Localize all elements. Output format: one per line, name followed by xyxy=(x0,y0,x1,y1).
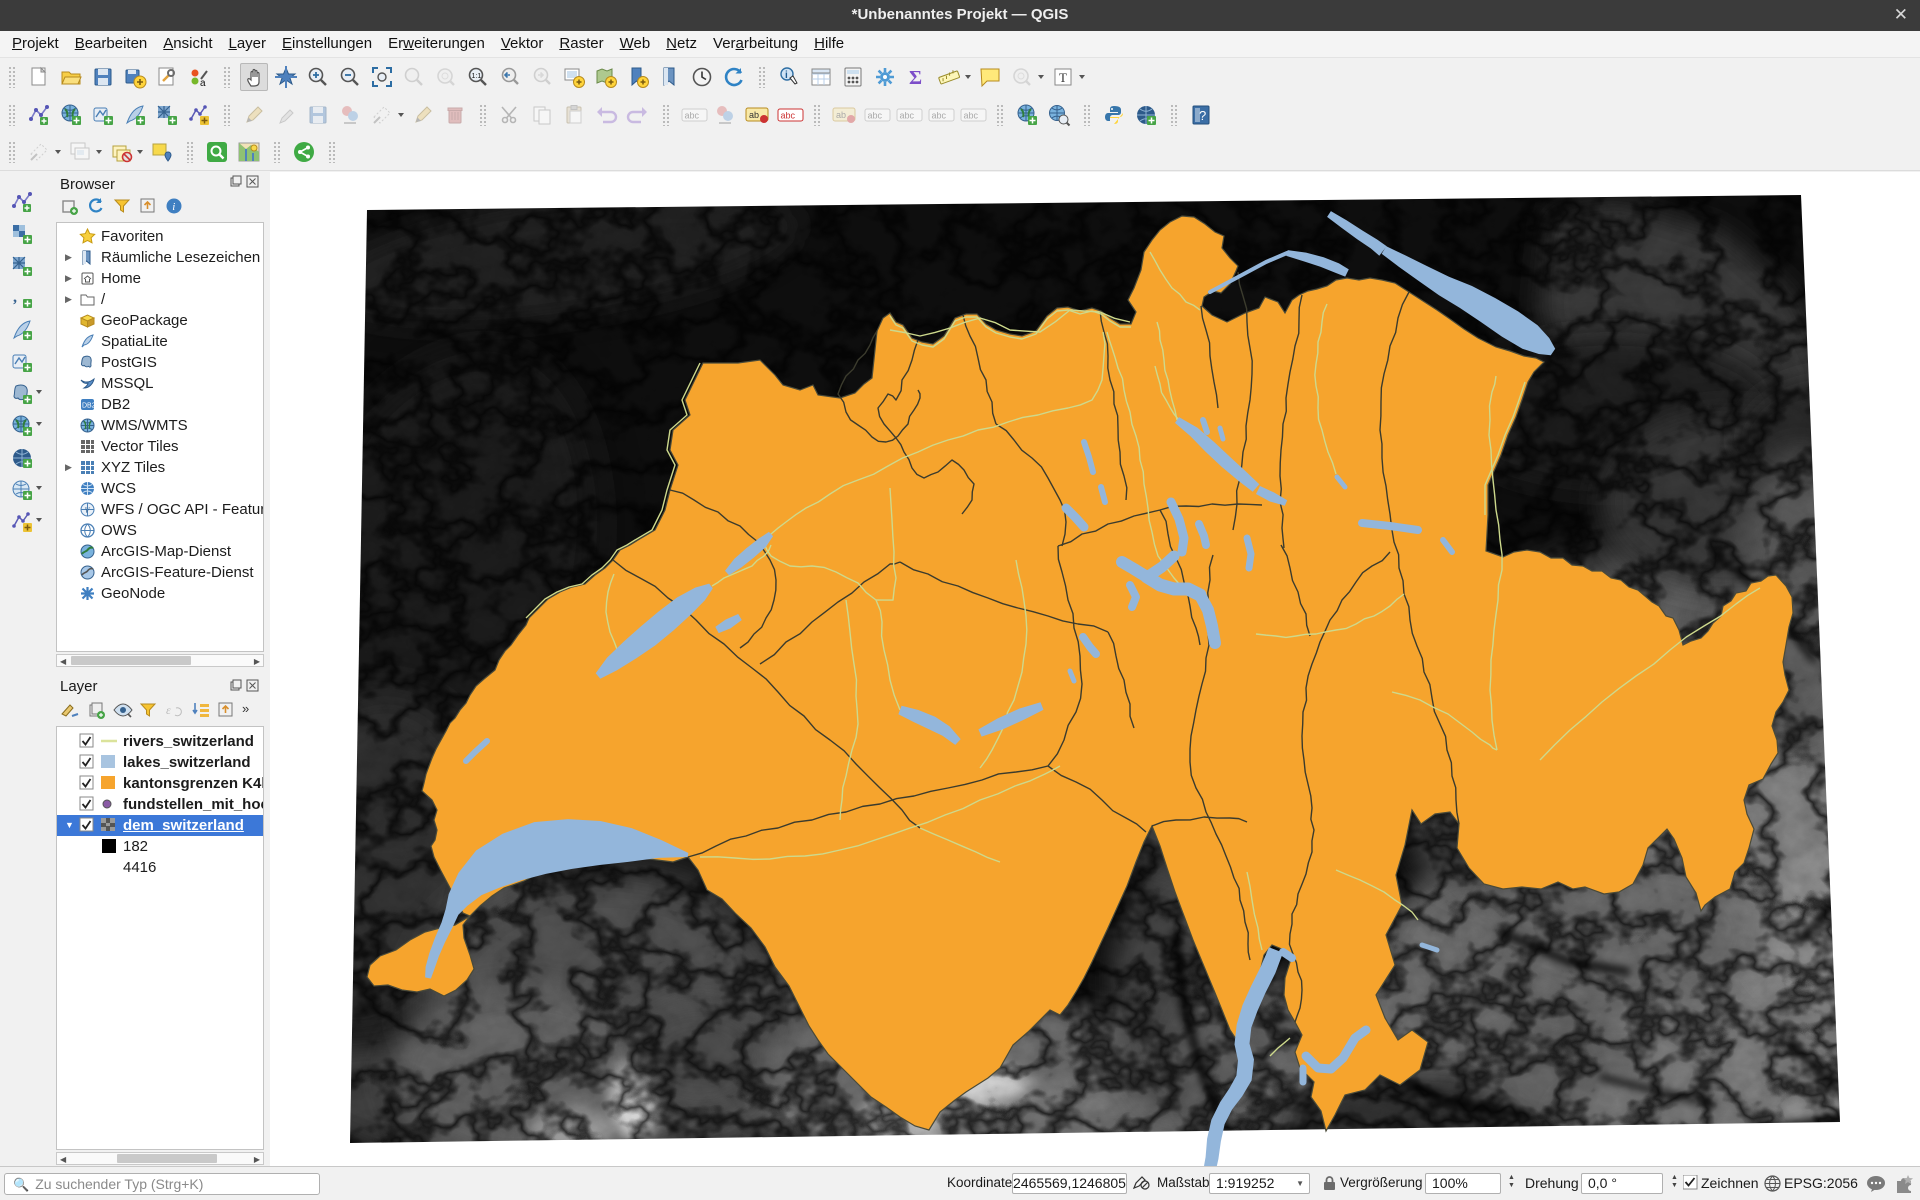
svg-text:,: , xyxy=(13,289,17,306)
svg-text:abc: abc xyxy=(900,111,915,121)
svg-text:a: a xyxy=(200,78,206,89)
svg-text:ab: ab xyxy=(749,110,759,120)
svg-text:abc: abc xyxy=(964,111,979,121)
svg-text:Σ: Σ xyxy=(909,67,922,89)
svg-text:ab: ab xyxy=(836,110,846,120)
svg-text:T: T xyxy=(1059,70,1067,85)
svg-text:abc: abc xyxy=(685,111,700,121)
svg-text:?: ? xyxy=(1199,108,1206,123)
svg-text:1:1: 1:1 xyxy=(472,73,482,80)
svg-text:abc: abc xyxy=(868,111,883,121)
svg-text:abc: abc xyxy=(781,111,796,121)
svg-text:i: i xyxy=(785,70,788,81)
svg-text:DB2: DB2 xyxy=(82,403,96,410)
svg-text:ε: ε xyxy=(166,703,171,717)
svg-text:abc: abc xyxy=(932,111,947,121)
svg-text:i: i xyxy=(172,201,175,213)
